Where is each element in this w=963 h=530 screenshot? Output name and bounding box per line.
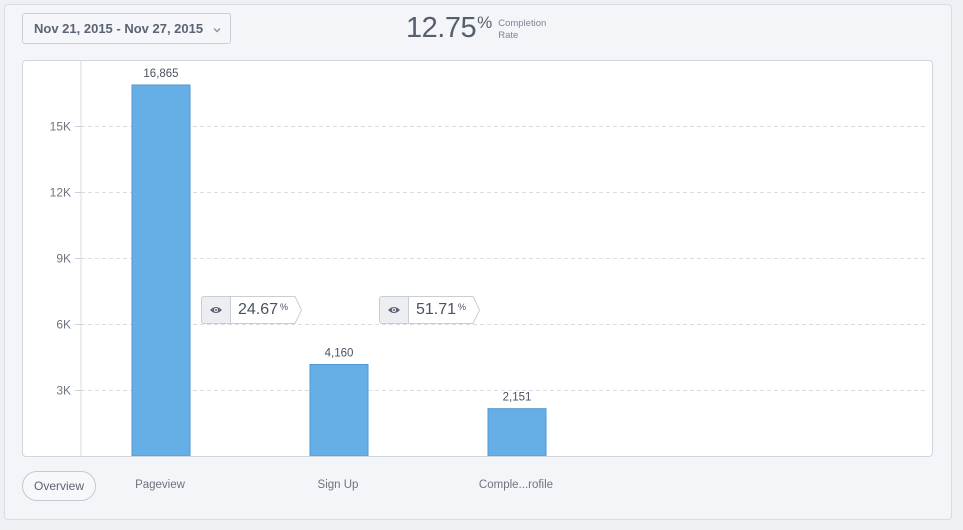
eye-icon[interactable]: [379, 296, 408, 324]
badge-pointer: [470, 296, 481, 324]
conversion-badge-2[interactable]: 51.71%: [379, 296, 481, 324]
badge-pointer: [292, 296, 303, 324]
bar-data-label: 2,151: [503, 392, 532, 404]
bar-data-label: 4,160: [325, 347, 354, 359]
y-tick-label: 6K: [56, 318, 71, 332]
bar-1: [131, 84, 191, 456]
chevron-down-icon: [212, 23, 222, 38]
y-tick-label: 12K: [50, 186, 71, 200]
completion-rate: 12.75 % Completion Rate: [406, 10, 546, 46]
y-tick-label: 15K: [50, 120, 71, 134]
y-tick-label: 9K: [56, 252, 71, 266]
y-tick-label: 3K: [56, 384, 71, 398]
eye-icon[interactable]: [201, 296, 230, 324]
conversion-rate-1: 24.67%: [230, 296, 293, 324]
date-range-label: Nov 21, 2015 - Nov 27, 2015: [34, 21, 204, 36]
completion-rate-value: 12.75: [406, 12, 477, 44]
completion-rate-label: Completion Rate: [498, 18, 547, 41]
bar-data-label: 16,865: [143, 68, 178, 80]
funnel-chart-svg: 3K 6K 9K 12K 15K 16,865 4,160 2,151: [50, 61, 925, 456]
date-range-dropdown[interactable]: Nov 21, 2015 - Nov 27, 2015: [22, 13, 231, 44]
conversion-rate-2: 51.71%: [408, 296, 471, 324]
step-label-sign-up[interactable]: Sign Up: [318, 479, 359, 491]
step-label-complete-profile[interactable]: Comple...rofile: [479, 479, 553, 491]
completion-rate-unit: %: [477, 13, 493, 32]
funnel-chart: 3K 6K 9K 12K 15K 16,865 4,160 2,151: [22, 60, 933, 457]
step-label-pageview[interactable]: Pageview: [135, 479, 185, 491]
bar-2: [309, 363, 369, 456]
conversion-badge-1[interactable]: 24.67%: [201, 296, 303, 324]
overview-button[interactable]: Overview: [22, 471, 96, 501]
bar-3: [487, 408, 547, 456]
